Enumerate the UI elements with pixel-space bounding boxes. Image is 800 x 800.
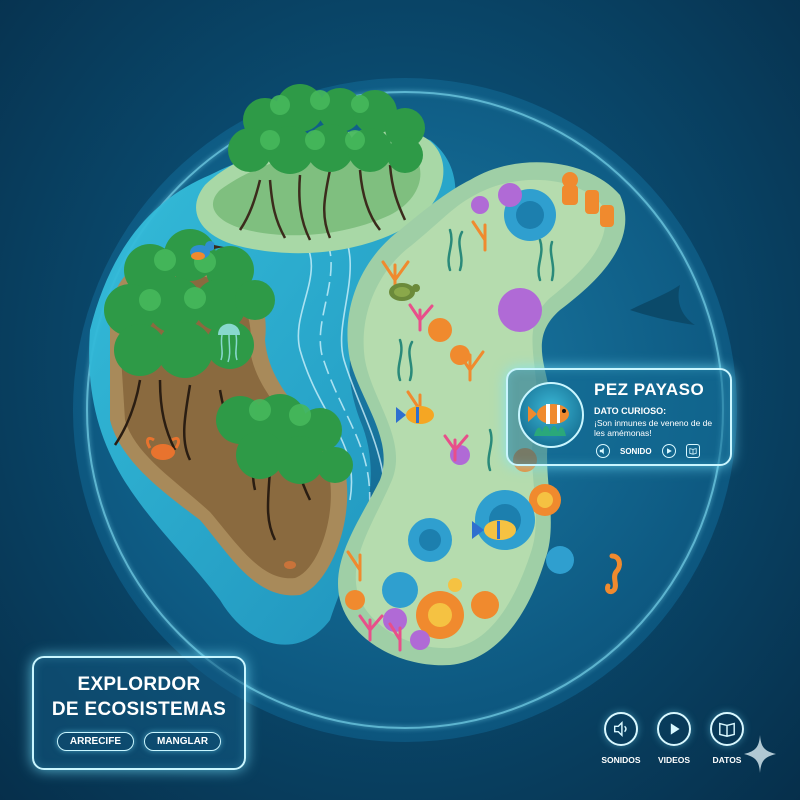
speaker-icon[interactable] [604, 712, 638, 746]
nav-videos-label: VIDEOS [657, 755, 691, 765]
fact-heading: DATO CURIOSO: [594, 406, 667, 416]
book-icon[interactable] [710, 712, 744, 746]
play-icon[interactable] [661, 444, 676, 458]
species-title: PEZ PAYASO [594, 380, 705, 399]
explorer-title-line1: EXPLORDOR [77, 674, 201, 695]
explorer-buttons: ARRECIFE MANGLAR [34, 732, 244, 751]
ecosystem-explorer-panel: EXPLORDOR DE ECOSISTEMAS ARRECIFE MANGLA… [32, 656, 246, 770]
speaker-icon[interactable] [596, 444, 610, 458]
info-card-controls: SONIDO [596, 444, 700, 458]
reef-button[interactable]: ARRECIFE [56, 732, 134, 751]
sparkle-icon [744, 735, 776, 773]
explorer-title: EXPLORDOR DE ECOSISTEMAS [34, 672, 244, 722]
jellyfish-illustration [218, 323, 240, 363]
mangrove-button[interactable]: MANGLAR [144, 732, 222, 751]
nav-sounds-label: SONIDOS [601, 755, 641, 765]
small-crab-illustration [284, 561, 296, 569]
book-icon[interactable] [685, 444, 700, 458]
nav-sounds[interactable]: SONIDOS [591, 712, 651, 765]
nav-videos[interactable]: VIDEOS [644, 712, 704, 765]
explorer-title-line2: DE ECOSISTEMAS [51, 699, 227, 720]
species-info-card: PEZ PAYASO DATO CURIOSO: ¡Son inmunes de… [506, 368, 732, 466]
clownfish-icon [518, 382, 584, 448]
fact-text: ¡Son inmunes de veneno de de les amémona… [594, 418, 713, 438]
play-icon[interactable] [657, 712, 691, 746]
sound-label[interactable]: SONIDO [620, 447, 652, 456]
